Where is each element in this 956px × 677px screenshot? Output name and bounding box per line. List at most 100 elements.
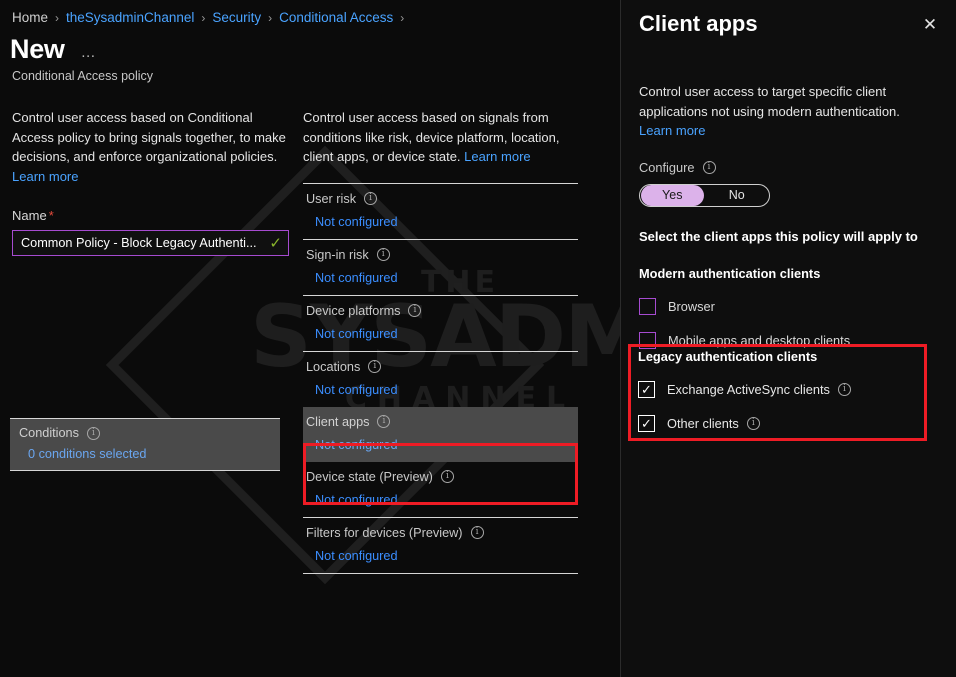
left-column: Control user access based on Conditional… <box>12 108 289 256</box>
row-title-line: Device platforms i <box>303 304 578 318</box>
name-input[interactable] <box>21 236 266 250</box>
condition-row-label: Device state (Preview) <box>306 469 433 484</box>
condition-row-sign-in-risk[interactable]: Sign-in risk i Not configured <box>303 240 578 295</box>
checkbox-browser[interactable] <box>639 297 656 315</box>
page-title: New <box>10 34 65 64</box>
flyout-body: Control user access to target specific c… <box>621 82 956 349</box>
info-icon[interactable]: i <box>408 304 422 317</box>
checkbox-row-mobile-desktop[interactable]: Mobile apps and desktop clients <box>639 331 940 349</box>
checkbox-row-browser[interactable]: Browser <box>639 297 940 315</box>
checkbox-exchange-activesync-clients[interactable]: ✓ <box>638 381 655 398</box>
configure-toggle[interactable]: Yes No <box>639 183 770 207</box>
info-icon[interactable]: i <box>837 383 851 396</box>
checkbox-label-exchange-activesync-clients: Exchange ActiveSync clients <box>667 382 830 397</box>
conditions-label: Conditions <box>19 426 79 440</box>
row-title-line: User risk i <box>303 192 578 206</box>
select-client-apps-heading: Select the client apps this policy will … <box>639 228 918 244</box>
flyout-title: Client apps <box>639 11 758 36</box>
breadcrumb-separator: › <box>201 10 206 25</box>
required-indicator: * <box>48 208 54 223</box>
breadcrumb-item-home[interactable]: Home <box>12 10 48 25</box>
info-icon[interactable]: i <box>364 192 378 205</box>
more-options-button[interactable]: … <box>81 44 97 61</box>
flyout-learn-more-link[interactable]: Learn more <box>639 121 940 141</box>
name-label-text: Name <box>12 208 47 223</box>
modern-auth-group-heading: Modern authentication clients <box>639 265 821 281</box>
conditions-value[interactable]: 0 conditions selected <box>10 447 280 461</box>
breadcrumb-item-tenant[interactable]: theSysadminChannel <box>66 10 194 25</box>
checkbox-mobile-apps-and-desktop-clients[interactable] <box>639 331 656 349</box>
middle-intro-text: Control user access based on signals fro… <box>303 108 578 167</box>
close-icon[interactable]: ✕ <box>918 13 942 37</box>
row-title-line: Locations i <box>303 360 578 374</box>
flyout-description: Control user access to target specific c… <box>639 82 940 141</box>
middle-learn-more-link[interactable]: Learn more <box>464 149 530 164</box>
legacy-auth-group: Legacy authentication clients ✓ Exchange… <box>638 349 918 432</box>
toggle-option-yes[interactable]: Yes <box>641 184 704 206</box>
legacy-auth-group-heading: Legacy authentication clients <box>638 349 818 364</box>
breadcrumb-separator: › <box>400 10 405 25</box>
breadcrumb-item-conditional-access[interactable]: Conditional Access <box>279 10 393 25</box>
info-icon[interactable]: i <box>86 426 100 440</box>
condition-row-filters-for-devices[interactable]: Filters for devices (Preview) i Not conf… <box>303 518 578 573</box>
checkbox-row-exchange-activesync[interactable]: ✓ Exchange ActiveSync clients i <box>638 381 918 398</box>
condition-row-device-state[interactable]: Device state (Preview) i Not configured <box>303 462 578 517</box>
configure-row: Configure i <box>639 160 940 175</box>
row-title-line: Device state (Preview) i <box>303 470 578 484</box>
name-input-wrapper[interactable]: ✓ <box>12 230 289 256</box>
row-title-line: Client apps i <box>303 415 578 429</box>
conditions-row[interactable]: Conditions i 0 conditions selected <box>10 419 280 470</box>
info-icon[interactable]: i <box>377 415 391 428</box>
info-icon[interactable]: i <box>368 360 382 373</box>
left-intro-body: Control user access based on Conditional… <box>12 110 286 164</box>
condition-row-label: Client apps <box>306 414 370 429</box>
breadcrumb-separator: › <box>55 10 60 25</box>
conditions-title-row: Conditions i <box>10 426 280 440</box>
condition-row-device-platforms[interactable]: Device platforms i Not configured <box>303 296 578 351</box>
breadcrumb-item-security[interactable]: Security <box>212 10 261 25</box>
name-field-label: Name * <box>12 208 289 223</box>
condition-row-label: Locations <box>306 359 361 374</box>
flyout-header: Client apps ✕ <box>621 0 956 48</box>
info-icon[interactable]: i <box>470 526 484 539</box>
info-icon[interactable]: i <box>376 248 390 261</box>
condition-row-value[interactable]: Not configured <box>303 438 578 452</box>
condition-row-value[interactable]: Not configured <box>303 493 578 507</box>
checkbox-other-clients[interactable]: ✓ <box>638 415 655 432</box>
condition-row-client-apps[interactable]: Client apps i Not configured <box>303 406 578 462</box>
info-icon[interactable]: i <box>746 417 760 430</box>
checkbox-label-mobile-apps-and-desktop-clients: Mobile apps and desktop clients <box>668 332 851 348</box>
configure-label: Configure <box>639 159 695 175</box>
condition-row-value[interactable]: Not configured <box>303 215 578 229</box>
condition-row-label: Filters for devices (Preview) <box>306 525 463 540</box>
breadcrumb: Home › theSysadminChannel › Security › C… <box>12 10 411 25</box>
info-icon[interactable]: i <box>440 470 454 483</box>
page-subtitle: Conditional Access policy <box>12 69 154 83</box>
condition-row-value[interactable]: Not configured <box>303 327 578 341</box>
condition-row-value[interactable]: Not configured <box>303 383 578 397</box>
left-learn-more-link[interactable]: Learn more <box>12 169 78 184</box>
condition-rows-list: User risk i Not configured Sign-in risk … <box>303 182 578 574</box>
checkbox-label-browser: Browser <box>668 298 715 314</box>
divider <box>10 470 280 471</box>
divider <box>303 572 578 574</box>
toggle-option-no[interactable]: No <box>706 185 769 206</box>
condition-row-value[interactable]: Not configured <box>303 549 578 563</box>
condition-row-label: Device platforms <box>306 303 401 318</box>
client-apps-flyout: Client apps ✕ Control user access to tar… <box>621 0 956 677</box>
checkbox-label-other-clients: Other clients <box>667 416 739 431</box>
checkbox-row-other-clients[interactable]: ✓ Other clients i <box>638 415 918 432</box>
condition-row-label: User risk <box>306 191 357 206</box>
condition-row-label: Sign-in risk <box>306 247 369 262</box>
main-content-area: Home › theSysadminChannel › Security › C… <box>0 0 620 677</box>
valid-check-icon: ✓ <box>269 234 282 252</box>
page-title-row: New … <box>10 36 97 63</box>
flyout-description-text: Control user access to target specific c… <box>639 84 900 119</box>
breadcrumb-separator: › <box>268 10 273 25</box>
info-icon[interactable]: i <box>702 160 716 174</box>
condition-row-user-risk[interactable]: User risk i Not configured <box>303 184 578 239</box>
condition-row-locations[interactable]: Locations i Not configured <box>303 352 578 407</box>
middle-column: Control user access based on signals fro… <box>303 108 578 574</box>
row-title-line: Filters for devices (Preview) i <box>303 526 578 540</box>
condition-row-value[interactable]: Not configured <box>303 271 578 285</box>
